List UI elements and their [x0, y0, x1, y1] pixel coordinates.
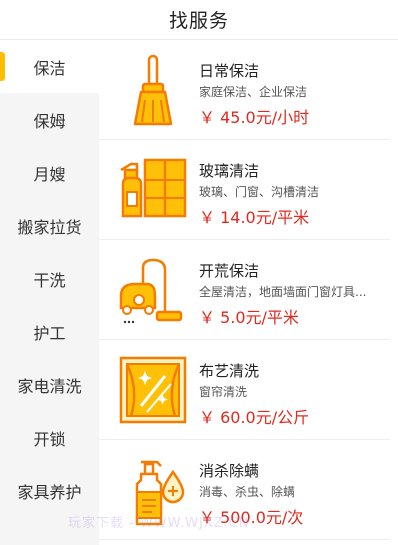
sidebar-item-furniture-care[interactable]: 家具养护: [0, 464, 99, 517]
header: 找服务: [0, 0, 398, 40]
service-desc: 家庭保洁、企业保洁: [199, 85, 308, 99]
sidebar-item-cleaning[interactable]: 保洁: [0, 40, 99, 93]
service-list: 日常保洁 家庭保洁、企业保洁 ￥ 45.0元/小时 玻璃清洁 玻璃、门窗、沟槽清…: [99, 40, 398, 545]
page-title: 找服务: [168, 10, 229, 32]
category-sidebar: 保洁 保姆 月嫂 搬家拉货 干洗 护工 家电清洗 开锁 家具养护: [0, 40, 99, 545]
watermark: 玩家下载 - WWW.WJXZ.CN: [68, 516, 250, 531]
spray-window-icon: [120, 158, 187, 218]
sidebar-item-caregiver[interactable]: 护工: [0, 305, 99, 358]
service-item-fabric-cleaning[interactable]: 布艺清洗 窗帘清洗 ￥ 60.0元/公斤: [99, 340, 390, 440]
sidebar-item-maternity[interactable]: 月嫂: [0, 146, 99, 199]
broom-icon: [133, 54, 173, 126]
sidebar-item-dry-cleaning[interactable]: 干洗: [0, 252, 99, 305]
sidebar-item-appliance-cleaning[interactable]: 家电清洗: [0, 358, 99, 411]
service-price: ￥ 14.0元/平米: [199, 208, 310, 227]
service-desc: 消毒、杀虫、除螨: [199, 485, 296, 499]
service-item-daily-cleaning[interactable]: 日常保洁 家庭保洁、企业保洁 ￥ 45.0元/小时: [99, 40, 390, 140]
service-name: 日常保洁: [199, 62, 260, 80]
sidebar-item-locksmith[interactable]: 开锁: [0, 411, 99, 464]
service-price: ￥ 60.0元/公斤: [199, 408, 310, 427]
service-item-glass-cleaning[interactable]: 玻璃清洁 玻璃、门窗、沟槽清洁 ￥ 14.0元/平米: [99, 140, 390, 240]
service-name: 玻璃清洁: [199, 162, 260, 180]
service-price: ￥ 45.0元/小时: [199, 108, 310, 127]
service-name: 开荒保洁: [199, 262, 260, 280]
curtain-icon: [119, 356, 187, 424]
service-name: 布艺清洗: [199, 362, 260, 380]
service-desc: 玻璃、门窗、沟槽清洁: [199, 185, 320, 199]
service-desc: 窗帘清洗: [199, 385, 248, 399]
sidebar-item-moving[interactable]: 搬家拉货: [0, 199, 99, 252]
service-name: 消杀除螨: [199, 462, 260, 480]
vacuum-icon: [119, 258, 183, 324]
sidebar-item-nanny[interactable]: 保姆: [0, 93, 99, 146]
service-price: ￥ 5.0元/平米: [199, 308, 299, 327]
service-desc: 全屋清洁，地面墙面门窗灯具...: [199, 285, 367, 299]
service-item-deep-cleaning[interactable]: 开荒保洁 全屋清洁，地面墙面门窗灯具... ￥ 5.0元/平米: [99, 240, 390, 340]
